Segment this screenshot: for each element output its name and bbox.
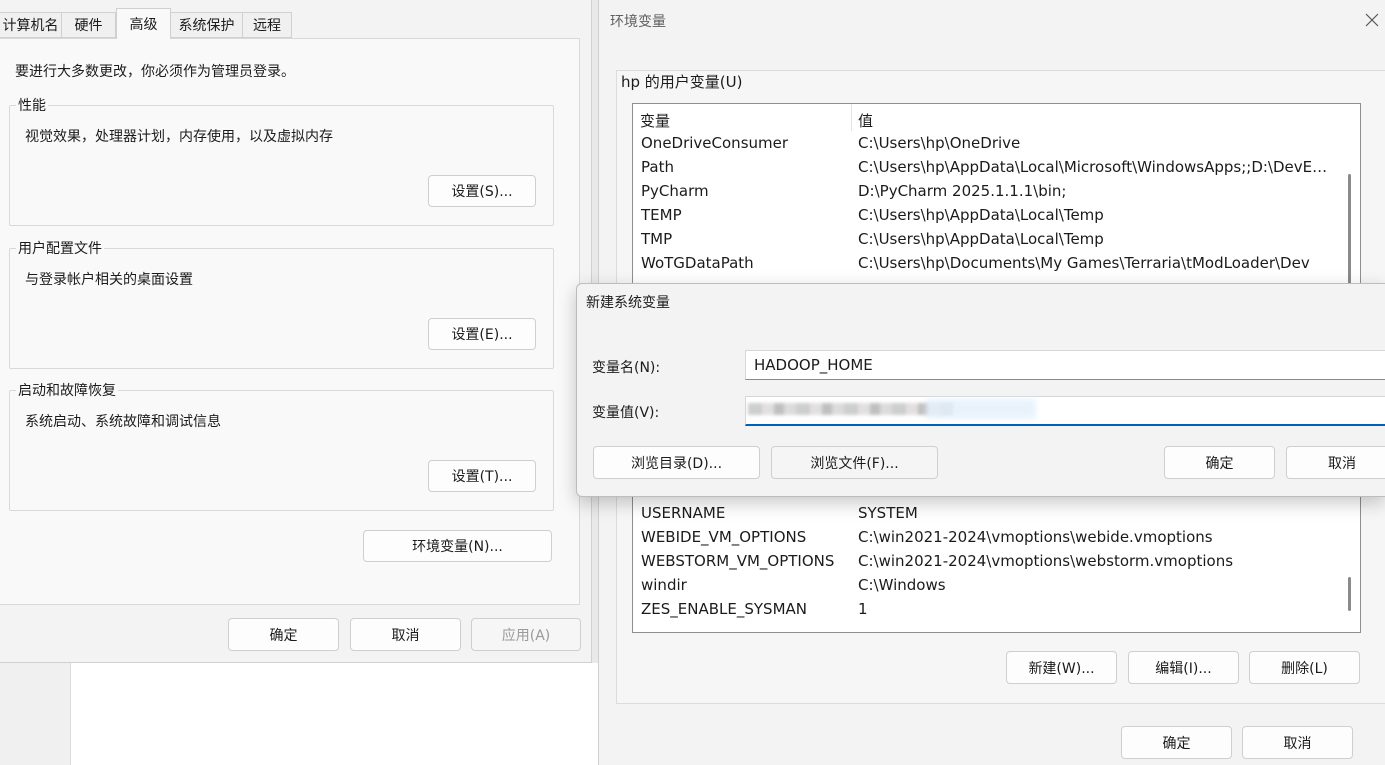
variable-value-field[interactable] bbox=[745, 396, 1385, 426]
column-header-variable[interactable]: 变量 bbox=[640, 110, 670, 131]
table-row[interactable]: WEBIDE_VM_OPTIONS C:\win2021-2024\vmopti… bbox=[641, 526, 1360, 550]
column-header-value[interactable]: 值 bbox=[858, 110, 873, 131]
variable-name: ZES_ENABLE_SYSMAN bbox=[641, 600, 807, 618]
variable-value: D:\PyCharm 2025.1.1.1\bin; bbox=[858, 182, 1067, 200]
startup-recovery-group bbox=[9, 390, 554, 511]
redacted-value-blur bbox=[748, 403, 953, 415]
system-properties-window: 计算机名 硬件 高级 系统保护 远程 要进行大多数更改，你必须作为管理员登录。 … bbox=[0, 0, 592, 663]
variable-value: C:\Users\hp\OneDrive bbox=[858, 134, 1021, 152]
performance-title: 性能 bbox=[16, 95, 48, 115]
user-vars-list[interactable]: 变量 值 OneDriveConsumer C:\Users\hp\OneDri… bbox=[632, 103, 1361, 287]
performance-group bbox=[9, 105, 554, 226]
variable-value: C:\win2021-2024\vmoptions\webide.vmoptio… bbox=[858, 528, 1213, 546]
variable-value: C:\Users\hp\AppData\Local\Microsoft\Wind… bbox=[858, 158, 1332, 176]
tab-hardware[interactable]: 硬件 bbox=[62, 12, 116, 38]
variable-name: windir bbox=[641, 576, 687, 594]
advanced-tab-panel: 要进行大多数更改，你必须作为管理员登录。 性能 视觉效果，处理器计划，内存使用，… bbox=[0, 38, 580, 605]
column-divider bbox=[851, 104, 852, 131]
table-row[interactable]: WoTGDataPath C:\Users\hp\Documents\My Ga… bbox=[641, 252, 1360, 276]
table-row[interactable]: TMP C:\Users\hp\AppData\Local\Temp bbox=[641, 228, 1360, 252]
variable-value-label: 变量值(V): bbox=[592, 405, 660, 421]
tab-advanced[interactable]: 高级 bbox=[116, 8, 171, 39]
variable-name-label: 变量名(N): bbox=[592, 360, 661, 376]
startup-recovery-settings-button[interactable]: 设置(T)... bbox=[428, 460, 536, 492]
user-vars-section-title: hp 的用户变量(U) bbox=[621, 73, 743, 91]
tab-computer-name[interactable]: 计算机名 bbox=[0, 12, 62, 38]
variable-name-field[interactable]: HADOOP_HOME bbox=[745, 350, 1385, 380]
table-row[interactable]: OneDriveConsumer C:\Users\hp\OneDrive bbox=[641, 132, 1360, 156]
new-var-ok-button[interactable]: 确定 bbox=[1164, 446, 1275, 479]
browse-file-button[interactable]: 浏览文件(F)... bbox=[771, 446, 938, 479]
variable-value: SYSTEM bbox=[858, 504, 918, 522]
system-vars-list[interactable]: USERNAME SYSTEM WEBIDE_VM_OPTIONS C:\win… bbox=[632, 480, 1361, 633]
close-icon[interactable] bbox=[1362, 10, 1382, 30]
background-window-area bbox=[71, 663, 598, 765]
environment-variables-button[interactable]: 环境变量(N)... bbox=[363, 530, 552, 562]
table-row[interactable]: Path C:\Users\hp\AppData\Local\Microsoft… bbox=[641, 156, 1360, 180]
table-row[interactable]: USERNAME SYSTEM bbox=[641, 502, 1360, 526]
table-row[interactable]: TEMP C:\Users\hp\AppData\Local\Temp bbox=[641, 204, 1360, 228]
new-system-variable-dialog: 新建系统变量 变量名(N): HADOOP_HOME 变量值(V): 浏览目录(… bbox=[576, 283, 1385, 497]
variable-name: WEBIDE_VM_OPTIONS bbox=[641, 528, 807, 546]
user-vars-scrollbar[interactable] bbox=[1348, 174, 1351, 284]
startup-recovery-title: 启动和故障恢复 bbox=[16, 380, 118, 400]
admin-notice: 要进行大多数更改，你必须作为管理员登录。 bbox=[15, 64, 295, 80]
system-vars-scrollbar[interactable] bbox=[1348, 577, 1351, 611]
user-profiles-title: 用户配置文件 bbox=[16, 238, 104, 258]
background-window-sidebar bbox=[0, 663, 71, 765]
table-row[interactable]: PyCharm D:\PyCharm 2025.1.1.1\bin; bbox=[641, 180, 1360, 204]
edit-variable-button[interactable]: 编辑(I)... bbox=[1128, 651, 1239, 684]
variable-name: TEMP bbox=[641, 206, 682, 224]
performance-desc: 视觉效果，处理器计划，内存使用，以及虚拟内存 bbox=[25, 129, 333, 145]
variable-name-value: HADOOP_HOME bbox=[754, 356, 873, 374]
variable-name: PyCharm bbox=[641, 182, 709, 200]
env-cancel-button[interactable]: 取消 bbox=[1242, 726, 1353, 759]
env-dialog-title: 环境变量 bbox=[610, 14, 666, 30]
variable-value: C:\Users\hp\Documents\My Games\Terraria\… bbox=[858, 254, 1310, 272]
table-row[interactable]: WEBSTORM_VM_OPTIONS C:\win2021-2024\vmop… bbox=[641, 550, 1360, 574]
table-row[interactable]: ZES_ENABLE_SYSMAN 1 bbox=[641, 598, 1360, 622]
new-var-title: 新建系统变量 bbox=[586, 295, 670, 311]
startup-recovery-desc: 系统启动、系统故障和调试信息 bbox=[25, 414, 221, 430]
user-profiles-group bbox=[9, 248, 554, 369]
new-variable-button[interactable]: 新建(W)... bbox=[1006, 651, 1117, 684]
variable-name: Path bbox=[641, 158, 674, 176]
variable-name: OneDriveConsumer bbox=[641, 134, 789, 152]
variable-value: C:\Users\hp\AppData\Local\Temp bbox=[858, 206, 1104, 224]
system-ok-button[interactable]: 确定 bbox=[228, 618, 339, 651]
system-cancel-button[interactable]: 取消 bbox=[350, 618, 461, 651]
variable-value: C:\Windows bbox=[858, 576, 946, 594]
system-apply-button[interactable]: 应用(A) bbox=[471, 618, 581, 651]
variable-value: C:\Users\hp\AppData\Local\Temp bbox=[858, 230, 1104, 248]
new-var-cancel-button[interactable]: 取消 bbox=[1286, 446, 1385, 479]
tab-system-protection[interactable]: 系统保护 bbox=[171, 12, 243, 38]
variable-name: WoTGDataPath bbox=[641, 254, 754, 272]
variable-value: 1 bbox=[858, 600, 868, 618]
performance-settings-button[interactable]: 设置(S)... bbox=[428, 175, 536, 207]
delete-variable-button[interactable]: 删除(L) bbox=[1249, 651, 1360, 684]
browse-directory-button[interactable]: 浏览目录(D)... bbox=[593, 446, 760, 479]
table-row[interactable]: windir C:\Windows bbox=[641, 574, 1360, 598]
variable-value: C:\win2021-2024\vmoptions\webstorm.vmopt… bbox=[858, 552, 1234, 570]
variable-name: TMP bbox=[641, 230, 673, 248]
env-ok-button[interactable]: 确定 bbox=[1121, 726, 1232, 759]
redacted-value-glow bbox=[926, 399, 1036, 419]
variable-name: USERNAME bbox=[641, 504, 726, 522]
variable-name: WEBSTORM_VM_OPTIONS bbox=[641, 552, 835, 570]
tab-remote[interactable]: 远程 bbox=[243, 12, 292, 38]
user-profiles-settings-button[interactable]: 设置(E)... bbox=[428, 318, 536, 350]
user-profiles-desc: 与登录帐户相关的桌面设置 bbox=[25, 272, 193, 288]
